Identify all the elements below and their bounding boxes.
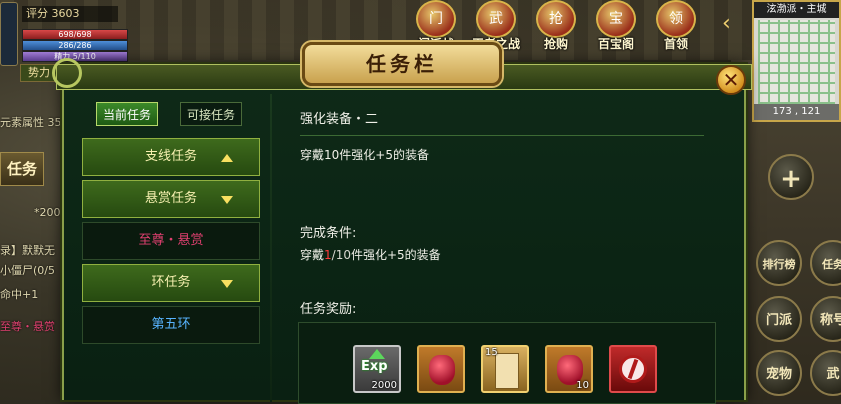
header-knot-ornament	[52, 58, 82, 88]
condition-total: /10	[331, 248, 351, 262]
collapse-arrow-icon	[221, 154, 233, 162]
menu-item-flash-sale[interactable]: 抢 抢购	[528, 0, 584, 52]
sect-button[interactable]: 门派	[756, 296, 802, 342]
sect-war-icon: 门	[416, 0, 456, 38]
reward-scroll[interactable]: 15	[481, 345, 529, 393]
expand-plus-button[interactable]: +	[768, 154, 814, 200]
task-category-label: 悬赏任务	[144, 191, 197, 206]
task-category-side[interactable]: 支线任务	[82, 138, 260, 176]
side-line-2: 命中+1	[0, 288, 39, 301]
task-list: 支线任务 悬赏任务 至尊・悬赏 环任务 第五环	[82, 138, 260, 348]
task-name: 强化装备・二	[300, 112, 379, 127]
condition-progress: 1	[324, 248, 332, 262]
task-category-ring[interactable]: 环任务	[82, 264, 260, 302]
tab-current-tasks[interactable]: 当前任务	[96, 102, 158, 126]
task-item-supreme-bounty[interactable]: 至尊・悬赏	[82, 222, 260, 260]
mp-bar: 286/286	[22, 40, 128, 51]
condition-text: 穿戴1/10件强化+5的装备	[300, 246, 441, 263]
red-gem-icon	[429, 355, 455, 385]
boss-icon: 领	[656, 0, 696, 38]
avatar[interactable]	[0, 2, 18, 66]
condition-title: 完成条件:	[300, 226, 357, 241]
menu-label: 百宝阁	[597, 37, 634, 51]
menu-item-treasure-pavilion[interactable]: 宝 百宝阁	[588, 0, 644, 52]
reward-seal[interactable]	[609, 345, 657, 393]
attribute-label: 元素属性 35	[0, 116, 62, 129]
leaderboard-button[interactable]: 排行榜	[756, 240, 802, 286]
expand-arrow-icon	[221, 196, 233, 204]
reward-count: 15	[485, 347, 498, 358]
condition-suffix: 件强化+5的装备	[350, 248, 441, 262]
reward-red-gem[interactable]	[417, 345, 465, 393]
expand-arrow-icon	[221, 280, 233, 288]
title-divider	[300, 135, 704, 136]
exp-arrow-icon	[369, 349, 385, 359]
reward-red-gem-stack[interactable]: 10	[545, 345, 593, 393]
close-button[interactable]: ✕	[716, 65, 746, 95]
treasure-icon: 宝	[596, 0, 636, 38]
king-war-icon: 武	[476, 0, 516, 38]
task-item-fifth-ring[interactable]: 第五环	[82, 306, 260, 344]
condition-prefix: 穿戴	[300, 248, 325, 262]
task-category-bounty[interactable]: 悬赏任务	[82, 180, 260, 218]
map-location: 泫渤派・主城	[754, 2, 839, 18]
task-item-label: 至尊・悬赏	[138, 233, 204, 248]
reward-count: 10	[576, 380, 589, 391]
task-item-label: 第五环	[151, 317, 191, 332]
flash-sale-icon: 抢	[536, 0, 576, 38]
tab-available-tasks[interactable]: 可接任务	[180, 102, 242, 126]
reward-exp[interactable]: Exp 2000	[353, 345, 401, 393]
side-line-0: 录】默默无	[0, 244, 55, 257]
exp-icon: Exp	[361, 359, 388, 374]
hp-bar: 698/698	[22, 29, 128, 40]
side-line-1: 小僵尸(0/5	[0, 264, 55, 277]
reward-box: Exp 2000 15 10	[298, 322, 716, 404]
reward-count: 2000	[371, 380, 397, 391]
reward-title: 任务奖励:	[300, 302, 357, 317]
task-description: 穿戴10件强化+5的装备	[300, 148, 429, 162]
menu-item-boss[interactable]: 领 首领	[648, 0, 704, 52]
map-coords: 173 , 121	[754, 104, 839, 120]
task-detail-panel: 强化装备・二 穿戴10件强化+5的装备 完成条件: 穿戴1/10件强化+5的装备…	[298, 108, 720, 404]
rating-label: 评分 3603	[22, 6, 118, 22]
dialog-title: 任务栏	[302, 42, 502, 86]
scroll-icon	[495, 353, 519, 389]
menu-label: 抢购	[543, 37, 568, 51]
pet-button[interactable]: 宠物	[756, 350, 802, 396]
task-category-label: 支线任务	[144, 149, 197, 164]
minimap[interactable]: 泫渤派・主城 173 , 121	[752, 0, 841, 122]
task-category-label: 环任务	[151, 275, 191, 290]
collapse-arrow-icon[interactable]: ‹	[722, 8, 742, 40]
map-grid	[758, 20, 835, 104]
menu-label: 首领	[663, 37, 688, 51]
panel-divider	[270, 94, 272, 402]
left-task-tab[interactable]: 任务	[0, 152, 44, 186]
exp-count: *200	[34, 206, 61, 219]
task-dialog: 任务栏 ✕ 当前任务 可接任务 支线任务 悬赏任务 至尊・悬赏 环任务 第五环 …	[52, 42, 752, 404]
side-line-3: 至尊・悬赏	[0, 320, 55, 333]
